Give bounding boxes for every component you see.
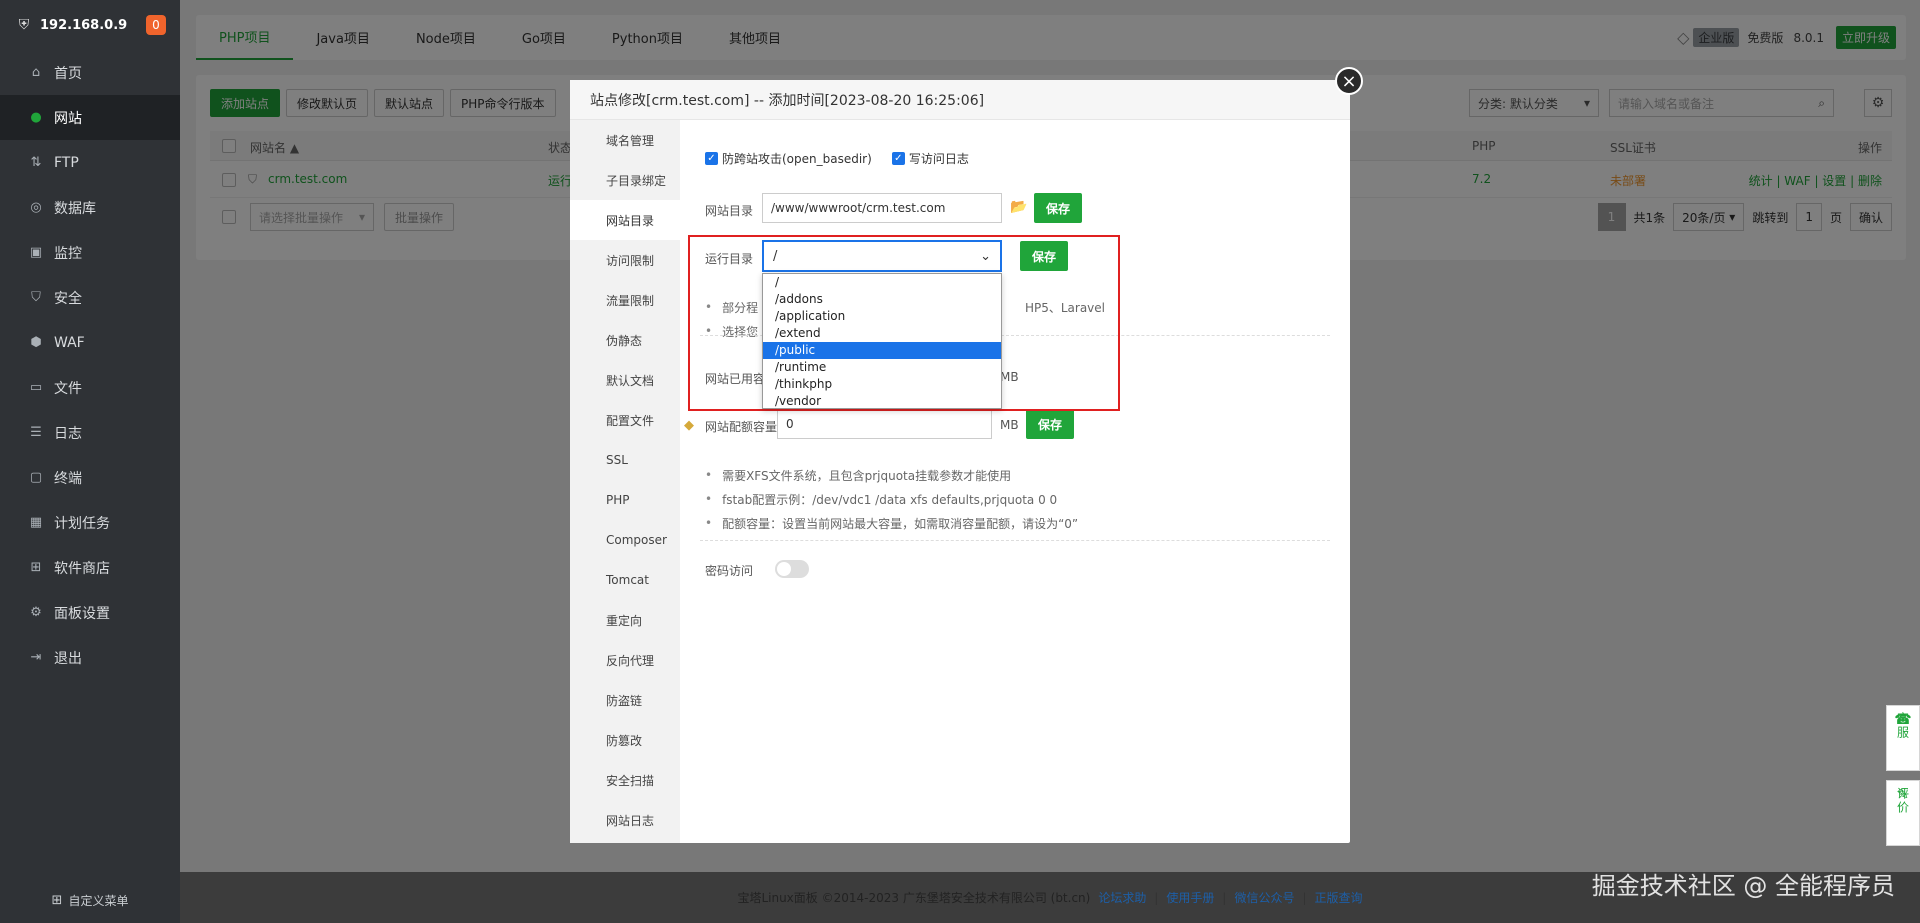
close-icon[interactable]: × [1335, 67, 1363, 95]
chevron-down-icon: ⌄ [980, 248, 991, 264]
sidebar-item-security[interactable]: ⛉ 安全 [0, 275, 180, 320]
run-dir-select[interactable]: / ⌄ [762, 240, 1002, 272]
menu-config-file[interactable]: 配置文件 [570, 400, 680, 440]
sidebar-item-settings[interactable]: ⚙ 面板设置 [0, 590, 180, 635]
folder-open-icon[interactable]: 📂 [1010, 199, 1027, 215]
password-access-toggle[interactable] [775, 560, 809, 578]
menu-hotlink[interactable]: 防盗链 [570, 680, 680, 720]
note-item: fstab配置示例：/dev/vdc1 /data xfs defaults,p… [705, 487, 1078, 511]
sidebar-item-website[interactable]: ● 网站 [0, 95, 180, 140]
quota-mb-unit: MB [1000, 418, 1019, 432]
menu-tomcat[interactable]: Tomcat [570, 560, 680, 600]
quota-save-button[interactable]: 保存 [1026, 409, 1075, 439]
note-item: 配额容量：设置当前网站最大容量，如需取消容量配额，请设为“0” [705, 511, 1078, 535]
menu-php[interactable]: PHP [570, 480, 680, 520]
quota-notes: 需要XFS文件系统，且包含prjquota挂载参数才能使用 fstab配置示例：… [705, 463, 1078, 535]
menu-security-scan[interactable]: 安全扫描 [570, 760, 680, 800]
sidebar-item-terminal[interactable]: ▢ 终端 [0, 455, 180, 500]
menu-ssl[interactable]: SSL [570, 440, 680, 480]
menu-site-log[interactable]: 网站日志 [570, 800, 680, 840]
logout-icon: ⇥ [30, 650, 42, 665]
sidebar-item-logs[interactable]: ☰ 日志 [0, 410, 180, 455]
log-icon: ☰ [30, 425, 42, 440]
sidebar-item-logout[interactable]: ⇥ 退出 [0, 635, 180, 680]
menu-redirect[interactable]: 重定向 [570, 600, 680, 640]
divider [700, 540, 1330, 541]
home-icon: ⌂ [31, 65, 41, 80]
customer-service-button[interactable]: ☎ 客服 [1886, 705, 1920, 771]
menu-reverse-proxy[interactable]: 反向代理 [570, 640, 680, 680]
server-host[interactable]: ⛨ 192.168.0.9 0 [0, 0, 180, 50]
menu-subdir[interactable]: 子目录绑定 [570, 160, 680, 200]
sidebar-item-waf[interactable]: ⬢ WAF [0, 320, 180, 365]
site-dir-input[interactable]: /www/wwwroot/crm.test.com [762, 193, 1002, 223]
option-public[interactable]: /public [763, 342, 1001, 359]
rate-button[interactable]: ✎ 评价 [1886, 780, 1920, 846]
menu-site-dir[interactable]: 网站目录 [570, 200, 680, 240]
check-icon: ✓ [705, 152, 718, 165]
wechat-link[interactable]: 微信公众号 [1234, 889, 1294, 906]
site-dir-label: 网站目录 [705, 204, 754, 218]
sidebar-item-database[interactable]: ◎ 数据库 [0, 185, 180, 230]
watermark-text: 掘金技术社区 @ 全能程序员 [1591, 872, 1895, 900]
waf-shield-icon: ⬢ [30, 335, 42, 350]
menu-access-limit[interactable]: 访问限制 [570, 240, 680, 280]
globe-icon: ● [30, 110, 42, 125]
grid-icon: ⊞ [51, 893, 63, 908]
sidebar-item-files[interactable]: ▭ 文件 [0, 365, 180, 410]
dialog-body: ✓ 防跨站攻击(open_basedir) ✓ 写访问日志 网站目录 /www/ww… [680, 120, 1350, 843]
menu-tamper-proof[interactable]: 防篡改 [570, 720, 680, 760]
notification-badge[interactable]: 0 [146, 15, 166, 35]
access-log-checkbox[interactable]: ✓ 写访问日志 [891, 150, 969, 167]
shield-icon: ⛉ [31, 290, 41, 305]
menu-domain[interactable]: 域名管理 [570, 120, 680, 160]
option-runtime[interactable]: /runtime [763, 359, 1001, 376]
diamond-icon: ◆ [684, 418, 694, 433]
monitor-icon: ▣ [29, 245, 43, 260]
apps-icon: ⊞ [30, 560, 42, 575]
open-basedir-checkbox[interactable]: ✓ 防跨站攻击(open_basedir) [705, 150, 872, 167]
menu-rewrite[interactable]: 伪静态 [570, 320, 680, 360]
check-icon: ✓ [891, 152, 905, 165]
option-extend[interactable]: /extend [763, 325, 1001, 342]
option-thinkphp[interactable]: /thinkphp [763, 376, 1001, 393]
host-ip: 192.168.0.9 [40, 17, 128, 33]
calendar-icon: ▦ [29, 515, 43, 530]
site-dir-save-button[interactable]: 保存 [1034, 193, 1083, 223]
menu-traffic-limit[interactable]: 流量限制 [570, 280, 680, 320]
server-shield-icon: ⛨ [18, 17, 30, 33]
forum-link[interactable]: 论坛求助 [1098, 889, 1146, 906]
license-check-link[interactable]: 正版查询 [1315, 889, 1363, 906]
sidebar-item-store[interactable]: ⊞ 软件商店 [0, 545, 180, 590]
option-application[interactable]: /application [763, 308, 1001, 325]
quota-input[interactable]: 0 [777, 409, 992, 439]
option-vendor[interactable]: /vendor [763, 393, 1001, 410]
note-item: 需要XFS文件系统，且包含prjquota挂载参数才能使用 [705, 463, 1078, 487]
quota-label: 网站配额容量 [705, 420, 778, 434]
run-dir-dropdown: / /addons /application /extend /public /… [762, 273, 1002, 409]
option-checks: ✓ 防跨站攻击(open_basedir) ✓ 写访问日志 [705, 150, 969, 167]
option-addons[interactable]: /addons [763, 291, 1001, 308]
folder-icon: ▭ [29, 380, 43, 395]
dialog-menu: 域名管理 子目录绑定 网站目录 访问限制 流量限制 伪静态 默认文档 配置文件 … [570, 120, 680, 843]
gear-icon: ⚙ [30, 605, 42, 620]
custom-menu-button[interactable]: ⊞ 自定义菜单 [0, 878, 180, 923]
password-access-label: 密码访问 [705, 564, 754, 578]
menu-default-doc[interactable]: 默认文档 [570, 360, 680, 400]
dialog-title: 站点修改[crm.test.com] -- 添加时间[2023-08-20 16… [570, 80, 1350, 120]
terminal-icon: ▢ [29, 470, 43, 485]
menu-composer[interactable]: Composer [570, 520, 680, 560]
sidebar-item-cron[interactable]: ▦ 计划任务 [0, 500, 180, 545]
manual-link[interactable]: 使用手册 [1166, 889, 1214, 906]
sidebar-item-ftp[interactable]: ⇅ FTP [0, 140, 180, 185]
ftp-icon: ⇅ [30, 155, 42, 170]
site-edit-dialog: 站点修改[crm.test.com] -- 添加时间[2023-08-20 16… [570, 80, 1350, 843]
copyright-text: 宝塔Linux面板 ©2014-2023 广东堡塔安全技术有限公司 (bt.cn… [737, 891, 1091, 905]
option-root[interactable]: / [763, 274, 1001, 291]
database-icon: ◎ [30, 200, 42, 215]
sidebar-item-monitor[interactable]: ▣ 监控 [0, 230, 180, 275]
sidebar-item-home[interactable]: ⌂ 首页 [0, 50, 180, 95]
sidebar: ⛨ 192.168.0.9 0 ⌂ 首页 ● 网站 ⇅ FTP ◎ 数据库 ▣ 监控 ⛉ 安… [0, 0, 180, 923]
